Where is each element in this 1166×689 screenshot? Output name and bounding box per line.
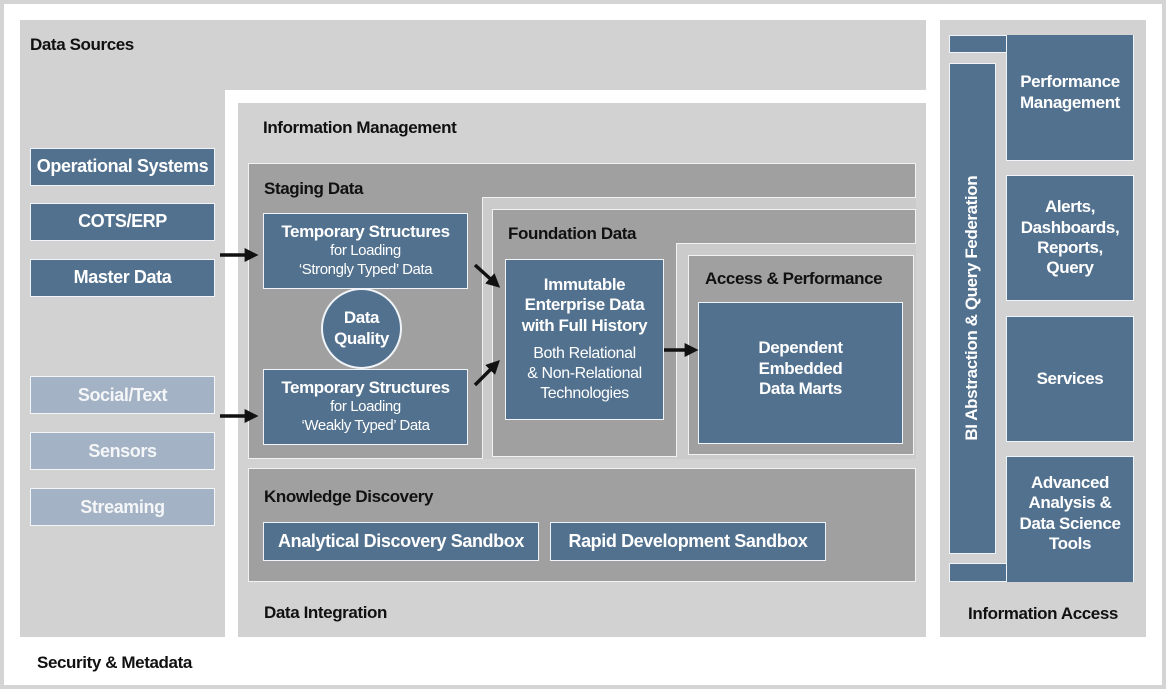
- arrow-weak-to-foundation: [473, 360, 500, 387]
- arrow-strong-to-foundation: [473, 263, 501, 288]
- services-box: Services: [1006, 316, 1134, 442]
- alerts-dashboards-box: Alerts, Dashboards, Reports, Query: [1006, 175, 1134, 301]
- bi-abstraction-label: BI Abstraction & Query Federation: [962, 176, 982, 441]
- information-access-title: Information Access: [968, 604, 1118, 623]
- bi-abstraction-query-federation: BI Abstraction & Query Federation: [949, 63, 996, 554]
- performance-management-box: Performance Management: [1006, 35, 1134, 161]
- advanced-analysis-box: Advanced Analysis & Data Science Tools: [1006, 456, 1134, 582]
